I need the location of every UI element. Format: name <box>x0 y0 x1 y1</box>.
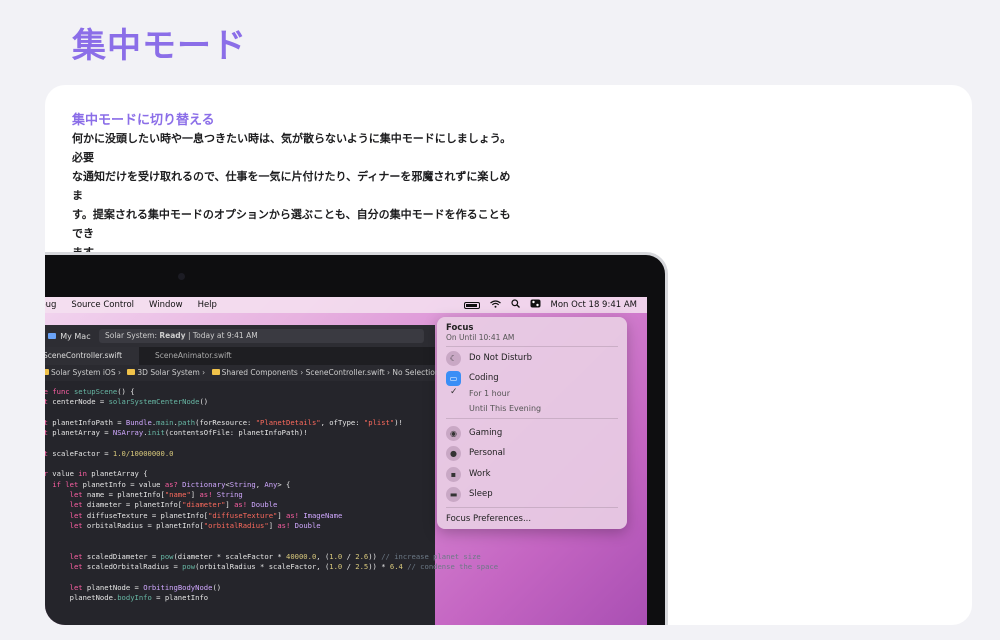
battery-icon[interactable] <box>463 301 480 309</box>
person-icon: ● <box>446 445 461 461</box>
folder-icon <box>127 369 136 375</box>
focus-option-until-evening[interactable]: Until This Evening <box>469 404 541 413</box>
search-icon[interactable] <box>510 299 520 311</box>
focus-option-1-hour[interactable]: For 1 hour <box>469 389 510 398</box>
xcode-window: › My Mac Solar System: Ready | Today at … <box>45 325 498 625</box>
folder-icon <box>211 369 220 375</box>
menu-datetime[interactable]: Mon Oct 18 9:41 AM <box>551 300 637 310</box>
divider <box>446 418 618 419</box>
focus-item-do-not-disturb[interactable]: ☾ Do Not Disturb <box>446 350 532 366</box>
activity-status: Solar System: Ready | Today at 9:41 AM <box>99 329 424 343</box>
camera-dot <box>178 273 185 280</box>
tab-scenecontroller[interactable]: SceneController.swift <box>45 347 139 365</box>
focus-menu: Focus On Until 10:41 AM ☾ Do Not Disturb… <box>437 317 627 529</box>
description-line: す。提案される集中モードのオプションから選ぶことも、自分の集中モードを作ることも… <box>72 208 511 240</box>
description-line: な通知だけを受け取れるので、仕事を一気に片付けたり、ディナーを邪魔されずに楽しめ… <box>72 170 511 202</box>
scheme-destination[interactable]: My Mac <box>60 332 90 341</box>
gamepad-icon: ◉ <box>446 425 461 441</box>
focus-title: Focus <box>446 323 474 333</box>
breadcrumb-item[interactable]: Shared Components <box>222 368 298 377</box>
focus-item-coding[interactable]: ▭ Coding <box>446 370 499 386</box>
editor-tabs: SceneController.swift SceneAnimator.swif… <box>45 347 435 365</box>
menu-window[interactable]: Window <box>149 300 183 310</box>
menu-bar: ebug Source Control Window Help Mon Oct … <box>45 297 647 313</box>
wifi-icon[interactable] <box>489 299 501 311</box>
focus-subtitle: On Until 10:41 AM <box>446 333 515 342</box>
tab-sceneanimator[interactable]: SceneAnimator.swift <box>147 347 240 365</box>
focus-item-gaming[interactable]: ◉ Gaming <box>446 425 502 441</box>
focus-preferences[interactable]: Focus Preferences... <box>446 511 531 527</box>
briefcase-icon: ▪ <box>446 466 461 482</box>
divider <box>446 507 618 508</box>
macbook-frame: ebug Source Control Window Help Mon Oct … <box>45 252 668 625</box>
section-subtitle: 集中モードに切り替える <box>72 113 215 128</box>
breadcrumb-item[interactable]: Solar System iOS <box>51 368 116 377</box>
menu-help[interactable]: Help <box>198 300 217 310</box>
laptop-icon: ▭ <box>446 370 461 386</box>
breadcrumb: Solar System iOS › 3D Solar System › Sha… <box>45 365 440 381</box>
section-description: 何かに没頭したい時や一息つきたい時は、気が散らないように集中モードにしましょう。… <box>72 129 512 262</box>
mac-icon <box>48 333 57 339</box>
checkmark-icon: ✓ <box>450 387 458 397</box>
menu-source-control[interactable]: Source Control <box>71 300 134 310</box>
mac-screen: ebug Source Control Window Help Mon Oct … <box>45 297 647 625</box>
breadcrumb-item[interactable]: 3D Solar System <box>137 368 199 377</box>
focus-item-sleep[interactable]: ▬ Sleep <box>446 486 493 502</box>
divider <box>446 346 618 347</box>
feature-card: 集中モードに切り替える 何かに没頭したい時や一息つきたい時は、気が散らないように… <box>45 85 972 625</box>
breadcrumb-item[interactable]: SceneController.swift <box>306 368 385 377</box>
menu-debug[interactable]: ebug <box>45 300 56 310</box>
focus-item-work[interactable]: ▪ Work <box>446 466 491 482</box>
focus-item-personal[interactable]: ● Personal <box>446 445 505 461</box>
folder-icon <box>45 369 49 375</box>
description-line: 何かに没頭したい時や一息つきたい時は、気が散らないように集中モードにしましょう。… <box>72 132 512 164</box>
code-editor[interactable]: ate func setupScene() { let centerNode =… <box>45 387 498 603</box>
xcode-toolbar: › My Mac Solar System: Ready | Today at … <box>45 325 435 347</box>
page-title: 集中モード <box>72 26 247 66</box>
moon-icon: ☾ <box>446 350 461 366</box>
breadcrumb-item[interactable]: No Selection <box>392 368 439 377</box>
control-center-icon[interactable] <box>530 299 541 311</box>
bed-icon: ▬ <box>446 486 461 502</box>
